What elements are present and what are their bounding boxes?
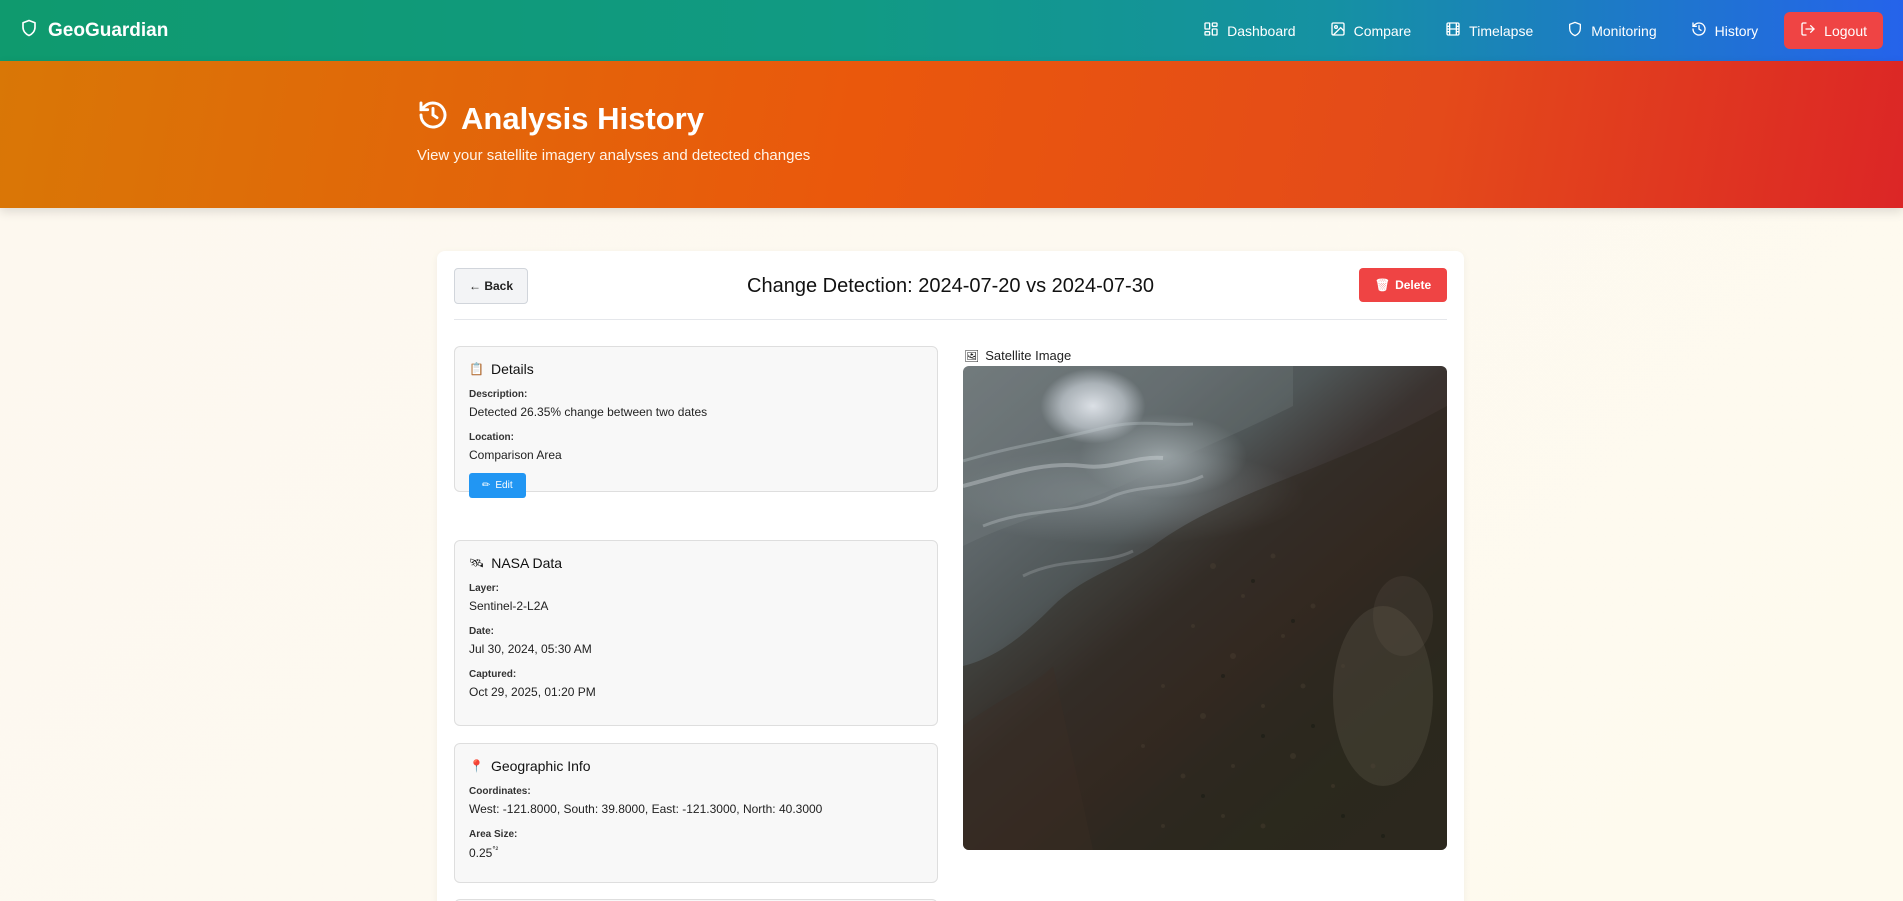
satellite-terrain [963, 366, 1447, 850]
location-value: Comparison Area [469, 448, 562, 462]
brand-name: GeoGuardian [48, 19, 169, 41]
logout-button[interactable]: Logout [1784, 12, 1883, 49]
geographic-info-panel: 📍 Geographic Info Coordinates: West: -12… [454, 743, 938, 883]
date-value: Jul 30, 2024, 05:30 AM [469, 642, 592, 656]
nav-compare-label: Compare [1353, 22, 1412, 39]
details-heading-text: Details [490, 361, 534, 377]
nasa-heading-text: NASA Data [491, 555, 563, 571]
pencil-icon: ✏ [482, 480, 491, 491]
header-divider [454, 319, 1447, 320]
captured-label: Captured: [469, 669, 517, 680]
nav-links: Dashboard Compare Timelapse Monitoring H… [1189, 12, 1883, 49]
description-value: Detected 26.35% change between two dates [469, 405, 708, 419]
details-panel: 📋 Details Description: Detected 26.35% c… [454, 346, 938, 498]
nav-dashboard-label: Dashboard [1227, 22, 1296, 39]
page-title-text: Analysis History [461, 101, 704, 136]
nav-timelapse[interactable]: Timelapse [1431, 13, 1547, 48]
image-icon [1330, 21, 1346, 40]
layer-label: Layer: [469, 583, 500, 594]
nasa-data-panel: 🛰 NASA Data Layer: Sentinel-2-L2A Date: … [454, 540, 938, 726]
clipboard-icon: 📋 [469, 362, 484, 376]
nav-dashboard[interactable]: Dashboard [1189, 13, 1310, 48]
logout-icon [1800, 21, 1816, 40]
area-size-unit: °² [492, 845, 499, 854]
nav-monitoring-label: Monitoring [1591, 22, 1657, 39]
satellite-image-label-text: Satellite Image [985, 348, 1072, 363]
geo-heading-text: Geographic Info [490, 758, 591, 774]
trash-icon: 🗑 [1374, 278, 1391, 292]
history-icon [417, 99, 449, 139]
description-label: Description: [469, 389, 528, 400]
nav-compare[interactable]: Compare [1316, 13, 1426, 48]
area-size-label: Area Size: [469, 829, 518, 840]
top-navbar: GeoGuardian Dashboard Compare Timelapse … [0, 0, 1903, 61]
brand[interactable]: GeoGuardian [20, 19, 168, 43]
satellite-image-label: 🖼 Satellite Image [964, 348, 1071, 363]
layer-value: Sentinel-2-L2A [469, 599, 549, 613]
area-size-number: 0.25 [469, 846, 493, 860]
satellite-image [963, 366, 1447, 850]
date-label: Date: [469, 626, 495, 637]
satellite-icon: 🛰 [469, 556, 485, 570]
area-size-value: 0.25°² [469, 845, 923, 860]
shield-icon [20, 19, 38, 43]
captured-value: Oct 29, 2025, 01:20 PM [469, 685, 596, 699]
page-subtitle: View your satellite imagery analyses and… [417, 147, 811, 164]
shield-icon [1567, 21, 1583, 40]
analysis-detail-card: ← Back Change Detection: 2024-07-20 vs 2… [437, 251, 1464, 901]
nav-history-label: History [1714, 22, 1759, 39]
coordinates-label: Coordinates: [469, 786, 531, 797]
location-label: Location: [469, 432, 514, 443]
logout-label: Logout [1824, 22, 1867, 39]
coordinates-value: West: -121.8000, South: 39.8000, East: -… [469, 802, 823, 816]
details-heading: 📋 Details [469, 361, 923, 377]
delete-label: Delete [1395, 278, 1432, 292]
pin-icon: 📍 [469, 759, 484, 773]
picture-icon: 🖼 [964, 348, 980, 363]
page-header: Analysis History View your satellite ima… [0, 61, 1903, 208]
edit-label: Edit [495, 480, 513, 491]
film-icon [1445, 21, 1461, 40]
edit-button[interactable]: ✏ Edit [469, 473, 526, 498]
page-title: Analysis History [417, 99, 704, 139]
analysis-title: Change Detection: 2024-07-20 vs 2024-07-… [747, 275, 1154, 297]
nav-timelapse-label: Timelapse [1469, 22, 1534, 39]
nav-history[interactable]: History [1677, 13, 1773, 48]
geo-heading: 📍 Geographic Info [469, 758, 923, 774]
dashboard-icon [1203, 21, 1219, 40]
nasa-heading: 🛰 NASA Data [469, 555, 923, 571]
nav-monitoring[interactable]: Monitoring [1553, 13, 1670, 48]
delete-button[interactable]: 🗑 Delete [1359, 268, 1447, 302]
history-icon [1691, 21, 1707, 40]
